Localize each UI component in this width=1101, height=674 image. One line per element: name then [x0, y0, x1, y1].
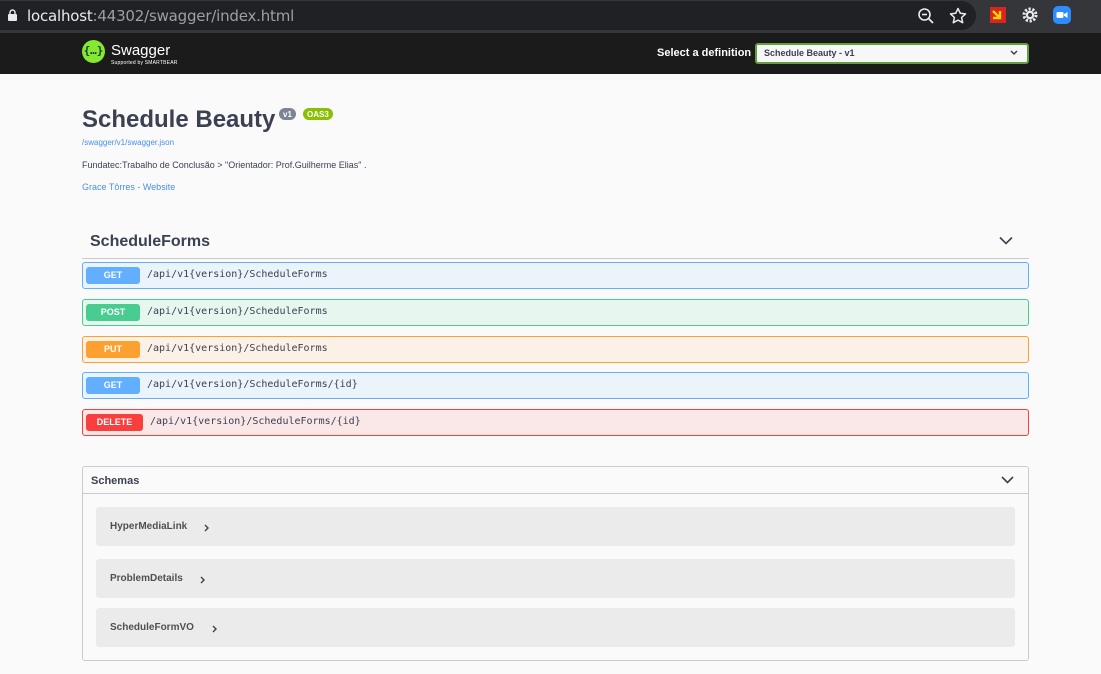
chevron-down-icon — [1010, 50, 1018, 56]
method-badge: GET — [86, 377, 140, 394]
chevron-right-icon[interactable] — [212, 625, 217, 633]
logo-subtext: Supported by SMARTBEAR — [111, 60, 178, 66]
method-badge: GET — [86, 267, 140, 284]
video-camera-icon[interactable] — [1053, 6, 1071, 24]
swagger-topbar: {…} Swagger Supported by SMARTBEAR Selec… — [0, 33, 1101, 74]
definition-select[interactable]: Schedule Beauty - v1 — [755, 43, 1029, 64]
definition-value: Schedule Beauty - v1 — [764, 48, 855, 58]
operation-path: /api/v1{version}/ScheduleForms/{id} — [150, 416, 361, 427]
schemas-title: Schemas — [91, 475, 140, 487]
browser-toolbar: localhost:44302/swagger/index.html — [0, 0, 1101, 33]
operation-path: /api/v1{version}/ScheduleForms — [147, 306, 328, 317]
operation-path: /api/v1{version}/ScheduleForms/{id} — [147, 379, 358, 390]
url-host: localhost — [27, 7, 93, 25]
api-title: Schedule Beauty — [82, 106, 276, 133]
operation-post-scheduleforms[interactable]: POST /api/v1{version}/ScheduleForms — [82, 299, 1029, 326]
model-scheduleformvo[interactable]: ScheduleFormVO — [96, 608, 1015, 647]
operation-get-scheduleforms[interactable]: GET /api/v1{version}/ScheduleForms — [82, 262, 1029, 289]
model-name: ScheduleFormVO — [110, 622, 194, 633]
model-name: HyperMediaLink — [110, 521, 188, 532]
method-badge: POST — [86, 304, 140, 321]
tag-title: ScheduleForms — [90, 233, 211, 250]
gear-icon[interactable] — [1021, 6, 1039, 24]
lock-icon[interactable] — [8, 9, 17, 21]
operation-delete-scheduleforms-by-id[interactable]: DELETE /api/v1{version}/ScheduleForms/{i… — [82, 409, 1029, 436]
chevron-right-icon[interactable] — [200, 576, 205, 584]
logo-text[interactable]: Swagger — [111, 42, 170, 59]
logo-glyph: {…} — [83, 44, 104, 57]
model-name: ProblemDetails — [110, 573, 183, 584]
schemas-header[interactable]: Schemas — [83, 467, 1028, 494]
url-path: :44302/swagger/index.html — [92, 7, 295, 25]
swagger-logo-icon[interactable]: {…} — [82, 40, 105, 63]
extension-red-icon[interactable] — [989, 6, 1007, 24]
model-problemdetails[interactable]: ProblemDetails — [96, 559, 1015, 598]
tag-header-scheduleforms[interactable]: ScheduleForms — [82, 228, 1029, 259]
operation-path: /api/v1{version}/ScheduleForms — [147, 269, 328, 280]
chevron-down-icon[interactable] — [1001, 476, 1014, 484]
operation-get-scheduleforms-by-id[interactable]: GET /api/v1{version}/ScheduleForms/{id} — [82, 372, 1029, 399]
operation-path: /api/v1{version}/ScheduleForms — [147, 343, 328, 354]
method-badge: PUT — [86, 341, 140, 358]
zoom-icon[interactable] — [916, 6, 936, 26]
operation-put-scheduleforms[interactable]: PUT /api/v1{version}/ScheduleForms — [82, 336, 1029, 363]
definition-label: Select a definition — [657, 47, 752, 59]
chevron-down-icon[interactable] — [999, 236, 1013, 245]
url-text[interactable]: localhost:44302/swagger/index.html — [27, 7, 294, 25]
api-description: Fundatec:Trabalho de Conclusão > "Orient… — [82, 160, 367, 170]
bookmark-star-icon[interactable] — [948, 6, 968, 26]
method-badge: DELETE — [86, 414, 143, 431]
model-hypermedialink[interactable]: HyperMediaLink — [96, 507, 1015, 546]
contact-link[interactable]: Grace Tôrres - Website — [82, 182, 175, 192]
chevron-right-icon[interactable] — [204, 524, 209, 532]
oas-badge: OAS3 — [303, 108, 333, 120]
spec-link[interactable]: /swagger/v1/swagger.json — [82, 138, 174, 147]
schemas-section: Schemas HyperMediaLink ProblemDetails Sc… — [82, 466, 1029, 661]
version-badge: v1 — [279, 108, 296, 120]
address-bar[interactable]: localhost:44302/swagger/index.html — [0, 1, 976, 30]
